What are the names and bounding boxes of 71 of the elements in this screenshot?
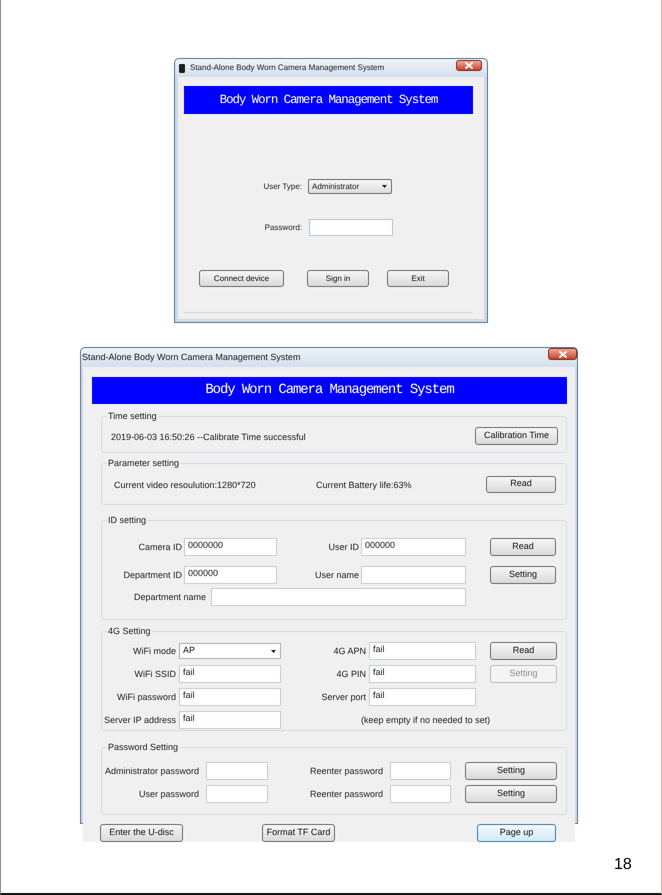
group-title: ID setting xyxy=(107,514,148,526)
field-label: Department ID xyxy=(123,569,182,581)
text-field[interactable] xyxy=(211,588,466,606)
group-title: Password Setting xyxy=(107,741,180,753)
push-button[interactable]: Read xyxy=(490,538,556,556)
push-button[interactable]: Setting xyxy=(490,566,556,584)
text-field[interactable]: fail xyxy=(179,665,281,683)
field-label: WiFi password xyxy=(116,691,176,703)
close-button[interactable] xyxy=(548,348,577,360)
close-icon xyxy=(558,350,566,358)
text-field[interactable] xyxy=(206,785,268,803)
field-label: Camera ID xyxy=(138,541,182,553)
field-label: Reenter password xyxy=(310,788,383,800)
group-title: 4G Setting xyxy=(107,625,152,637)
text-field[interactable]: 0000000 xyxy=(184,538,277,556)
device-icon xyxy=(179,64,185,72)
text-field[interactable]: fail xyxy=(369,642,476,660)
caret-icon xyxy=(271,650,276,652)
push-button[interactable]: Setting xyxy=(465,762,557,780)
hint-text: (keep empty if no needed to set) xyxy=(361,714,490,726)
push-button[interactable]: Sign in xyxy=(307,270,369,287)
page-number: 18 xyxy=(614,856,632,874)
field-label: Reenter password xyxy=(310,765,383,777)
dropdown[interactable]: Administrator xyxy=(308,179,392,194)
push-button[interactable]: Setting xyxy=(465,785,557,803)
text-field[interactable]: 000000 xyxy=(361,538,466,556)
status-text: Current Battery life:63% xyxy=(316,480,412,490)
dropdown[interactable]: AP xyxy=(179,643,281,659)
close-icon xyxy=(465,62,473,69)
field-label: User name xyxy=(314,569,359,581)
push-button[interactable]: Calibration Time xyxy=(475,427,558,445)
group-title: Time setting xyxy=(107,410,158,422)
push-button[interactable]: Format TF Card xyxy=(262,824,335,842)
push-button[interactable]: Page up xyxy=(477,824,556,842)
text-field[interactable] xyxy=(390,785,451,803)
field-label: User Type: xyxy=(263,182,302,192)
text-field[interactable]: 000000 xyxy=(184,566,277,584)
text-field[interactable]: fail xyxy=(179,688,281,706)
field-label: WiFi mode xyxy=(132,645,176,657)
field-label: User ID xyxy=(328,541,359,553)
push-button[interactable]: Exit xyxy=(387,270,449,287)
field-label: Server IP address xyxy=(104,714,176,726)
field-label: Password: xyxy=(264,222,302,232)
window-title: Stand-Alone Body Worn Camera Management System xyxy=(82,352,300,363)
field-label: 4G APN xyxy=(333,645,366,657)
push-button[interactable]: Read xyxy=(486,476,556,492)
text-field[interactable] xyxy=(361,566,466,584)
text-field[interactable]: fail xyxy=(369,688,476,706)
text-field[interactable]: fail xyxy=(369,665,476,683)
field-label: User password xyxy=(138,788,199,800)
status-text: 2019-06-03 16:50:26 --Calibrate Time successful xyxy=(111,432,306,442)
field-label: WiFi SSID xyxy=(134,668,176,680)
field-label: Administrator password xyxy=(104,765,199,777)
field-label: Server port xyxy=(321,691,366,703)
group-title: Parameter setting xyxy=(107,457,180,469)
status-text: Current video resoulution:1280*720 xyxy=(114,480,256,490)
caret-icon xyxy=(382,185,387,188)
push-button[interactable]: Enter the U-disc xyxy=(100,824,183,842)
field-label: 4G PIN xyxy=(336,668,366,680)
window-title: Stand-Alone Body Worn Camera Management System xyxy=(190,63,384,73)
field-label: Department name xyxy=(134,591,206,603)
push-button[interactable]: Connect device xyxy=(199,270,284,287)
banner-title: Body Worn Camera Management System xyxy=(92,377,567,404)
text-field[interactable] xyxy=(390,762,451,780)
text-field[interactable] xyxy=(309,219,393,236)
push-button: Setting xyxy=(490,665,557,683)
push-button[interactable]: Read xyxy=(490,642,557,660)
text-field[interactable]: fail xyxy=(179,711,281,729)
close-button[interactable] xyxy=(456,60,482,71)
banner-title: Body Worn Camera Management System xyxy=(184,86,473,114)
text-field[interactable] xyxy=(206,762,268,780)
